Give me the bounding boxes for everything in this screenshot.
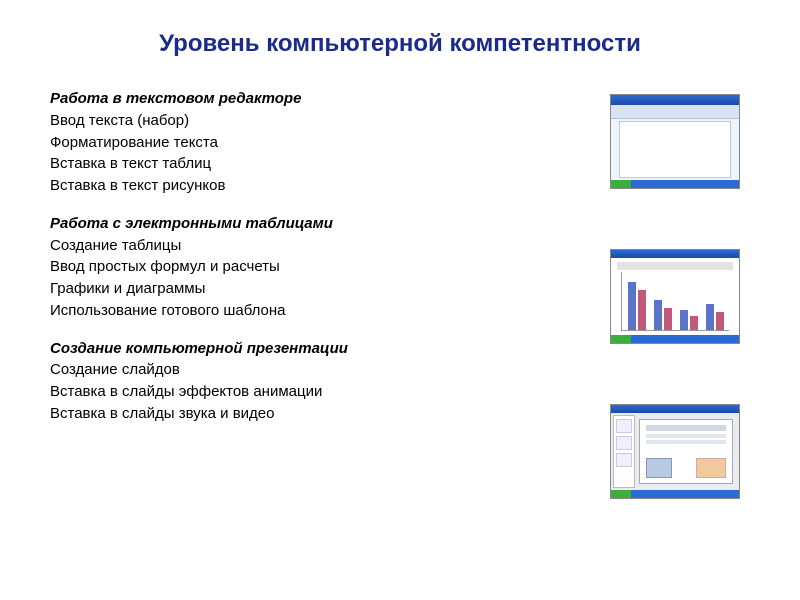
slide-title: Уровень компьютерной компетентности bbox=[50, 30, 750, 58]
bar-icon bbox=[716, 312, 724, 330]
section-item: Ввод простых формул и расчеты bbox=[50, 256, 610, 278]
section-heading: Работа в текстовом редакторе bbox=[50, 88, 610, 110]
section-text-editor: Работа в текстовом редакторе Ввод текста… bbox=[50, 88, 610, 197]
text-column: Работа в текстовом редакторе Ввод текста… bbox=[50, 88, 610, 499]
bar-icon bbox=[628, 282, 636, 330]
start-button-icon bbox=[611, 180, 631, 188]
slide-mini-icon bbox=[616, 419, 632, 433]
main-slide-icon bbox=[639, 419, 733, 484]
slide-title-bar-icon bbox=[646, 425, 726, 431]
section-item: Создание таблицы bbox=[50, 235, 610, 257]
section-item: Вставка в слайды звука и видео bbox=[50, 403, 610, 425]
section-item: Графики и диаграммы bbox=[50, 278, 610, 300]
spreadsheet-chart-thumbnail bbox=[610, 249, 740, 344]
section-item: Вставка в текст рисунков bbox=[50, 175, 610, 197]
section-heading: Создание компьютерной презентации bbox=[50, 338, 610, 360]
section-spreadsheet: Работа с электронными таблицами Создание… bbox=[50, 213, 610, 322]
section-item: Ввод текста (набор) bbox=[50, 110, 610, 132]
window-titlebar-icon bbox=[611, 405, 739, 413]
section-item: Использование готового шаблона bbox=[50, 300, 610, 322]
bar-icon bbox=[664, 308, 672, 330]
thumbnail-column bbox=[610, 88, 750, 499]
bar-icon bbox=[680, 310, 688, 330]
bar-chart-icon bbox=[621, 272, 729, 331]
slide-picture-icon bbox=[646, 458, 672, 478]
slide-text-line-icon bbox=[646, 440, 726, 444]
chart-title-icon bbox=[617, 262, 733, 270]
section-item: Вставка в текст таблиц bbox=[50, 153, 610, 175]
window-titlebar-icon bbox=[611, 95, 739, 105]
word-editor-thumbnail bbox=[610, 94, 740, 189]
bar-icon bbox=[654, 300, 662, 330]
section-heading: Работа с электронными таблицами bbox=[50, 213, 610, 235]
presentation-thumbnail bbox=[610, 404, 740, 499]
slide-mini-icon bbox=[616, 453, 632, 467]
start-button-icon bbox=[611, 335, 631, 343]
toolbar-icon bbox=[611, 105, 739, 119]
section-item: Вставка в слайды эффектов анимации bbox=[50, 381, 610, 403]
bar-icon bbox=[706, 304, 714, 330]
slide-text-line-icon bbox=[646, 434, 726, 438]
slide-panel-icon bbox=[613, 415, 635, 488]
slide-mini-icon bbox=[616, 436, 632, 450]
section-item: Создание слайдов bbox=[50, 359, 610, 381]
section-presentation: Создание компьютерной презентации Создан… bbox=[50, 338, 610, 425]
slide-content: Работа в текстовом редакторе Ввод текста… bbox=[50, 88, 750, 499]
document-page-icon bbox=[619, 121, 731, 178]
slide-picture-icon bbox=[696, 458, 726, 478]
bar-icon bbox=[690, 316, 698, 330]
start-button-icon bbox=[611, 490, 631, 498]
window-titlebar-icon bbox=[611, 250, 739, 258]
bar-icon bbox=[638, 290, 646, 330]
section-item: Форматирование текста bbox=[50, 132, 610, 154]
